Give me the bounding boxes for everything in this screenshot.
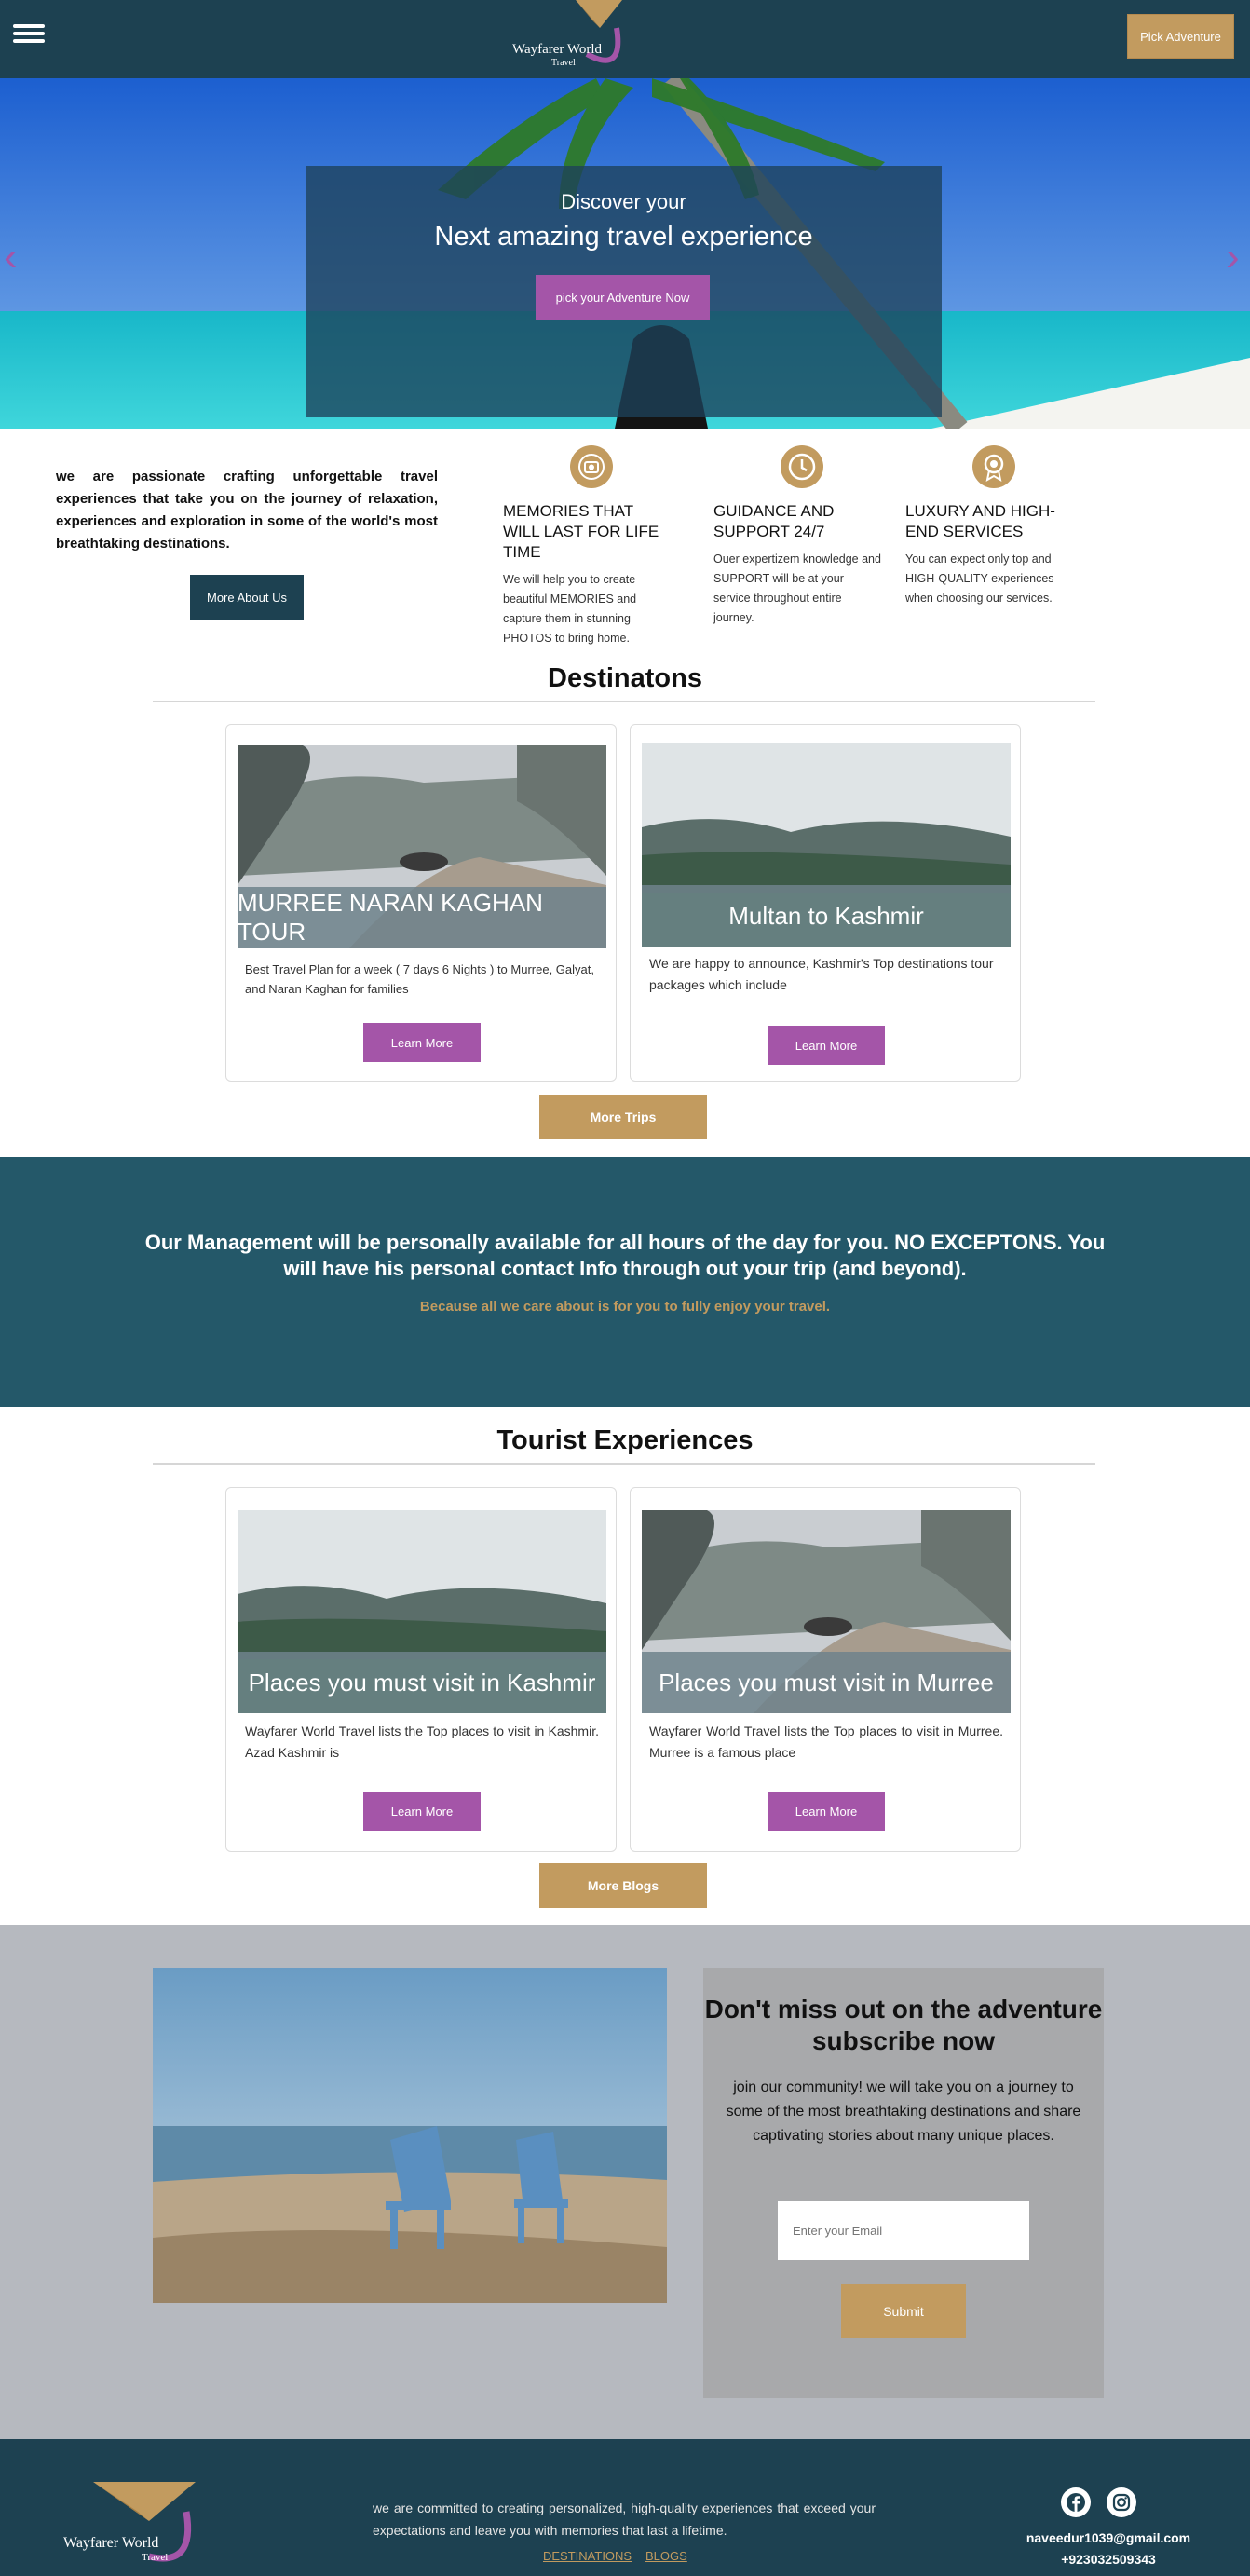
snow-road-image: Places you must visit in Murree xyxy=(642,1510,1011,1713)
email-field[interactable] xyxy=(778,2201,1029,2260)
footer-email: naveedur1039@gmail.com xyxy=(1026,2530,1191,2545)
menu-icon[interactable] xyxy=(13,20,45,52)
card-caption: Places you must visit in Kashmir xyxy=(238,1652,606,1713)
feature-title: LUXURY AND HIGH-END SERVICES xyxy=(905,502,1055,540)
footer-link-blogs[interactable]: BLOGS xyxy=(645,2549,687,2563)
hero-banner: Discover your Next amazing travel experi… xyxy=(0,78,1250,429)
footer-phone: +923032509343 xyxy=(1061,2552,1156,2567)
svg-text:Wayfarer World: Wayfarer World xyxy=(63,2535,158,2551)
about-text: we are passionate crafting unforgettable… xyxy=(56,469,438,552)
feature-title: GUIDANCE AND SUPPORT 24/7 xyxy=(713,502,835,540)
clock-icon xyxy=(781,445,823,488)
feature-memories: MEMORIES THAT WILL LAST FOR LIFE TIME We… xyxy=(503,445,671,648)
mountain-valley-image: Multan to Kashmir xyxy=(642,743,1011,947)
carousel-next-icon[interactable]: › xyxy=(1226,237,1240,278)
submit-button[interactable]: Submit xyxy=(841,2284,966,2338)
learn-more-button[interactable]: Learn More xyxy=(768,1792,885,1831)
more-blogs-button[interactable]: More Blogs xyxy=(539,1863,707,1908)
divider xyxy=(153,701,1095,702)
pick-adventure-now-button[interactable]: pick your Adventure Now xyxy=(536,275,710,320)
more-about-us-button[interactable]: More About Us xyxy=(190,575,304,620)
svg-text:Wayfarer World: Wayfarer World xyxy=(512,42,603,57)
divider xyxy=(153,1463,1095,1465)
footer-text: we are committed to creating personalize… xyxy=(373,2501,876,2538)
management-banner xyxy=(0,1157,1250,1407)
destinations-title: Destinatons xyxy=(548,663,702,693)
camera-icon xyxy=(570,445,613,488)
subscribe-text: join our community! we will take you on … xyxy=(726,2079,1081,2144)
mountain-valley-image: Places you must visit in Kashmir xyxy=(238,1510,606,1713)
experience-card: Places you must visit in Murree Wayfarer… xyxy=(630,1487,1021,1852)
site-header: Wayfarer World Travel Pick Adventure xyxy=(0,0,1250,78)
site-logo[interactable]: Wayfarer World Travel xyxy=(503,0,633,78)
carousel-prev-icon[interactable]: ‹ xyxy=(4,237,18,278)
card-caption: Places you must visit in Murree xyxy=(642,1652,1011,1713)
footer-logo[interactable]: Wayfarer World Travel xyxy=(56,2474,205,2568)
banner-subtext: Because all we care about is for you to … xyxy=(419,1299,831,1315)
card-caption: Multan to Kashmir xyxy=(642,885,1011,947)
learn-more-button[interactable]: Learn More xyxy=(363,1792,481,1831)
svg-text:Travel: Travel xyxy=(551,58,576,68)
destination-card: Multan to Kashmir We are happy to announ… xyxy=(630,724,1021,1082)
hero-overlay: Discover your Next amazing travel experi… xyxy=(306,166,942,417)
learn-more-button[interactable]: Learn More xyxy=(363,1023,481,1062)
award-icon xyxy=(972,445,1015,488)
card-text: Wayfarer World Travel lists the Top plac… xyxy=(245,1724,599,1760)
subscribe-heading: Don't miss out on the adventure subscrib… xyxy=(704,1995,1103,2055)
feature-desc: Ouer expertizem knowledge and SUPPORT wi… xyxy=(713,552,881,624)
banner-heading: Our Management will be personally availa… xyxy=(144,1231,1106,1280)
subscribe-box: Don't miss out on the adventure subscrib… xyxy=(703,1968,1104,2398)
more-trips-button[interactable]: More Trips xyxy=(539,1095,707,1139)
feature-desc: We will help you to create beautiful MEM… xyxy=(503,573,637,645)
card-text: Wayfarer World Travel lists the Top plac… xyxy=(649,1724,1003,1760)
card-text: Best Travel Plan for a week ( 7 days 6 N… xyxy=(245,962,594,996)
feature-guidance: GUIDANCE AND SUPPORT 24/7 Ouer expertize… xyxy=(713,445,881,628)
destination-card: MURREE NARAN KAGHAN TOUR Best Travel Pla… xyxy=(225,724,617,1082)
instagram-icon[interactable] xyxy=(1107,2487,1136,2517)
facebook-icon[interactable] xyxy=(1061,2487,1091,2517)
feature-title: MEMORIES THAT WILL LAST FOR LIFE TIME xyxy=(503,502,659,561)
experiences-title: Tourist Experiences xyxy=(496,1425,754,1455)
card-caption: MURREE NARAN KAGHAN TOUR xyxy=(238,887,606,948)
pick-adventure-button[interactable]: Pick Adventure xyxy=(1127,14,1234,59)
beach-chairs-image xyxy=(153,1968,667,2303)
feature-desc: You can expect only top and HIGH-QUALITY… xyxy=(905,552,1054,605)
svg-text:Travel: Travel xyxy=(142,2552,168,2563)
feature-luxury: LUXURY AND HIGH-END SERVICES You can exp… xyxy=(905,445,1073,608)
hero-subtitle: Discover your xyxy=(561,190,686,213)
footer-link-destinations[interactable]: DESTINATIONS xyxy=(543,2549,632,2563)
card-text: We are happy to announce, Kashmir's Top … xyxy=(649,956,994,992)
hero-title: Next amazing travel experience xyxy=(434,222,813,252)
snow-road-image: MURREE NARAN KAGHAN TOUR xyxy=(238,745,606,948)
learn-more-button[interactable]: Learn More xyxy=(768,1026,885,1065)
experience-card: Places you must visit in Kashmir Wayfare… xyxy=(225,1487,617,1852)
